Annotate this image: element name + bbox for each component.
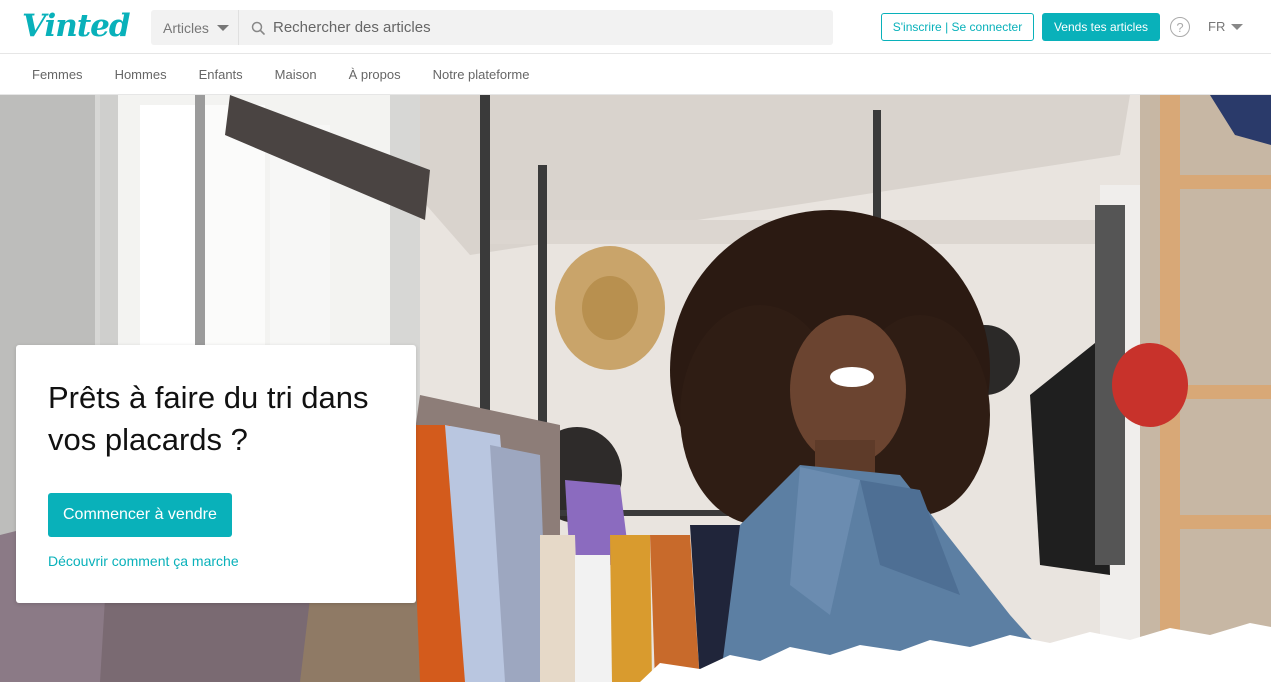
nav-item-enfants[interactable]: Enfants: [183, 67, 259, 82]
search-field[interactable]: [239, 10, 833, 45]
nav-item-maison[interactable]: Maison: [259, 67, 333, 82]
language-label: FR: [1208, 19, 1226, 34]
language-select[interactable]: FR: [1208, 19, 1244, 34]
vinted-logo[interactable]: Vinted: [22, 8, 131, 44]
search-input[interactable]: [273, 19, 833, 36]
category-select-label: Articles: [163, 19, 209, 36]
sell-items-button[interactable]: Vends tes articles: [1042, 13, 1160, 41]
top-header: Vinted Articles S'inscrire | Se connecte…: [0, 0, 1271, 54]
search-bar: Articles: [151, 10, 833, 45]
signup-login-button[interactable]: S'inscrire | Se connecter: [881, 13, 1034, 41]
chevron-down-icon: [216, 24, 229, 31]
hero-card: Prêts à faire du tri dans vos placards ?…: [16, 345, 416, 603]
nav-item-notre-plateforme[interactable]: Notre plateforme: [417, 67, 546, 82]
search-icon: [251, 21, 265, 35]
chevron-down-icon: [1231, 23, 1244, 30]
help-icon[interactable]: ?: [1170, 17, 1190, 37]
nav-item-a-propos[interactable]: À propos: [333, 67, 417, 82]
category-nav: Femmes Hommes Enfants Maison À propos No…: [0, 54, 1271, 95]
category-select[interactable]: Articles: [151, 10, 239, 45]
nav-item-femmes[interactable]: Femmes: [16, 67, 99, 82]
how-it-works-link[interactable]: Découvrir comment ça marche: [48, 553, 239, 569]
start-selling-button[interactable]: Commencer à vendre: [48, 493, 232, 537]
hero-title: Prêts à faire du tri dans vos placards ?: [48, 380, 369, 457]
nav-item-hommes[interactable]: Hommes: [99, 67, 183, 82]
hero-banner: Prêts à faire du tri dans vos placards ?…: [0, 95, 1271, 682]
